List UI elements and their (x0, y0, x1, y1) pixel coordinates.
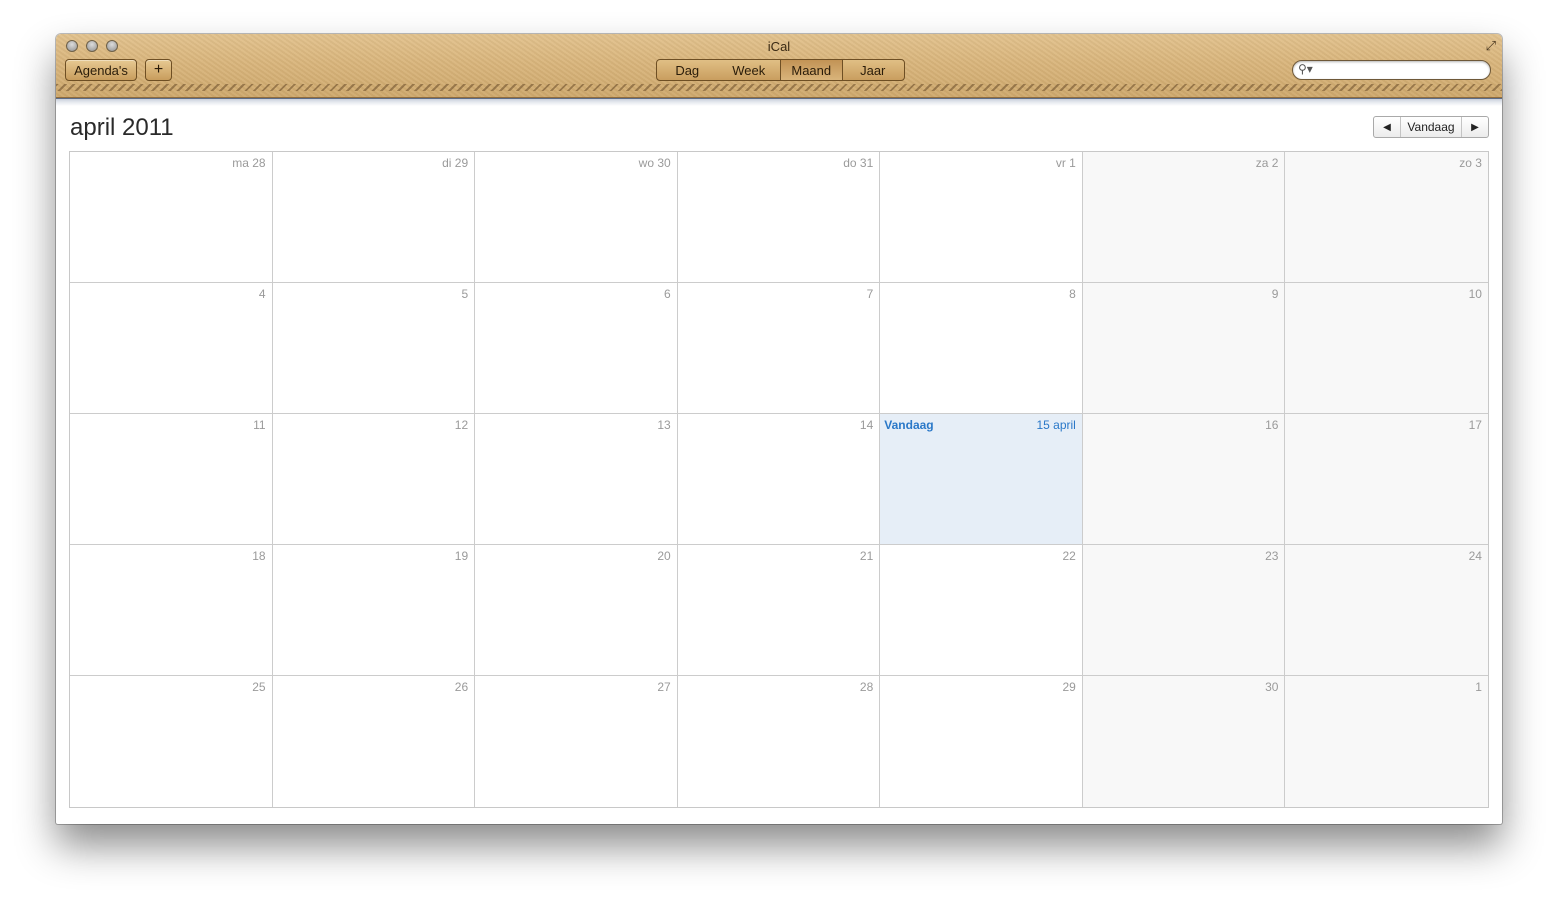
day-number: vr 1 (1055, 156, 1076, 170)
day-number: 11 (253, 418, 266, 432)
toolbar-stitching (56, 84, 1502, 91)
day-cell[interactable]: 11 (70, 414, 273, 545)
day-cell[interactable]: 27 (475, 676, 678, 807)
day-number: ma 28 (232, 156, 266, 170)
day-number: 25 (252, 680, 266, 694)
day-cell[interactable]: 9 (1082, 283, 1286, 414)
day-number: zo 3 (1459, 156, 1482, 170)
day-number: do 31 (843, 156, 874, 170)
day-number: 29 (1062, 680, 1076, 694)
view-tab-day[interactable]: Dag (657, 60, 719, 80)
day-cell[interactable]: 4 (70, 283, 273, 414)
day-cell[interactable]: 25 (70, 676, 273, 807)
day-number: wo 30 (638, 156, 671, 170)
day-cell[interactable]: 16 (1082, 414, 1286, 545)
day-cell[interactable]: 22 (880, 545, 1083, 676)
previous-month-button[interactable]: ◀ (1374, 117, 1400, 137)
day-cell[interactable]: vr 1 (880, 152, 1083, 283)
day-number: 20 (657, 549, 671, 563)
toolbar: iCal ⤢ Agenda's + Dag Week Maand Jaar ⚲▾ (56, 34, 1502, 98)
day-number: 9 (1271, 287, 1279, 301)
day-cell[interactable]: 8 (880, 283, 1083, 414)
day-cell[interactable]: 10 (1285, 283, 1488, 414)
view-tab-year[interactable]: Jaar (843, 60, 905, 80)
day-number: 21 (859, 549, 874, 563)
search-icon: ⚲▾ (1298, 62, 1313, 76)
day-cell[interactable]: wo 30 (475, 152, 678, 283)
month-grid: ma 28 di 29 wo 30 do 31 vr 1 za 2 zo 3 4 5 6 7 8 9 10… (69, 151, 1489, 808)
day-number: 6 (664, 287, 671, 301)
search-field[interactable]: ⚲▾ (1292, 60, 1491, 80)
day-cell[interactable]: 5 (272, 283, 476, 414)
day-cell-today[interactable]: Vandaag 15 april (880, 414, 1083, 545)
day-number: 12 (454, 418, 469, 432)
day-number: 15 april (1036, 418, 1076, 432)
day-number: 17 (1468, 418, 1482, 432)
day-number: 10 (1468, 287, 1482, 301)
day-number: 26 (454, 680, 469, 694)
day-number: 7 (866, 287, 874, 301)
day-cell[interactable]: 21 (677, 545, 881, 676)
day-cell[interactable]: 30 (1082, 676, 1286, 807)
day-cell[interactable]: 6 (475, 283, 678, 414)
day-number: 24 (1468, 549, 1482, 563)
day-cell[interactable]: zo 3 (1285, 152, 1488, 283)
day-cell[interactable]: 12 (272, 414, 476, 545)
add-event-button[interactable]: + (145, 59, 172, 81)
day-number: 8 (1069, 287, 1076, 301)
day-number: za 2 (1255, 156, 1279, 170)
day-number: 14 (859, 418, 874, 432)
day-number: di 29 (442, 156, 469, 170)
day-cell[interactable]: ma 28 (70, 152, 273, 283)
day-number: 13 (657, 418, 671, 432)
day-cell[interactable]: 19 (272, 545, 476, 676)
day-number: 27 (657, 680, 671, 694)
fullscreen-icon[interactable]: ⤢ (1486, 38, 1496, 54)
torn-paper-edge (56, 98, 1502, 106)
day-cell[interactable]: di 29 (272, 152, 476, 283)
day-cell[interactable]: 13 (475, 414, 678, 545)
day-cell[interactable]: 18 (70, 545, 273, 676)
search-input[interactable] (1315, 62, 1485, 78)
day-number: 19 (454, 549, 469, 563)
day-number: 28 (859, 680, 874, 694)
date-navigation: ◀ Vandaag ▶ (1373, 116, 1489, 138)
ical-window: iCal ⤢ Agenda's + Dag Week Maand Jaar ⚲▾… (56, 34, 1502, 824)
calendars-button[interactable]: Agenda's (65, 59, 137, 81)
day-cell[interactable]: 17 (1285, 414, 1488, 545)
day-cell[interactable]: 24 (1285, 545, 1488, 676)
day-number: 16 (1265, 418, 1279, 432)
view-tab-month[interactable]: Maand (780, 60, 843, 80)
day-cell[interactable]: za 2 (1082, 152, 1286, 283)
view-selector: Dag Week Maand Jaar (656, 59, 905, 81)
view-tab-week[interactable]: Week (719, 60, 781, 80)
day-number: 5 (461, 287, 469, 301)
window-title: iCal (767, 39, 791, 54)
day-cell[interactable]: 28 (677, 676, 881, 807)
day-number: 30 (1265, 680, 1279, 694)
day-cell[interactable]: 14 (677, 414, 881, 545)
day-number: 1 (1475, 680, 1482, 694)
today-button[interactable]: Vandaag (1400, 117, 1462, 137)
day-number: 22 (1062, 549, 1076, 563)
day-cell[interactable]: 29 (880, 676, 1083, 807)
day-cell[interactable]: do 31 (677, 152, 881, 283)
page-title: april 2011 (70, 114, 174, 141)
day-number: 18 (252, 549, 266, 563)
today-label: Vandaag (884, 418, 934, 432)
day-cell[interactable]: 7 (677, 283, 881, 414)
day-number: 23 (1265, 549, 1279, 563)
day-cell[interactable]: 23 (1082, 545, 1286, 676)
day-cell[interactable]: 1 (1285, 676, 1488, 807)
day-cell[interactable]: 26 (272, 676, 476, 807)
day-cell[interactable]: 20 (475, 545, 678, 676)
next-month-button[interactable]: ▶ (1462, 117, 1488, 137)
day-number: 4 (258, 287, 266, 301)
